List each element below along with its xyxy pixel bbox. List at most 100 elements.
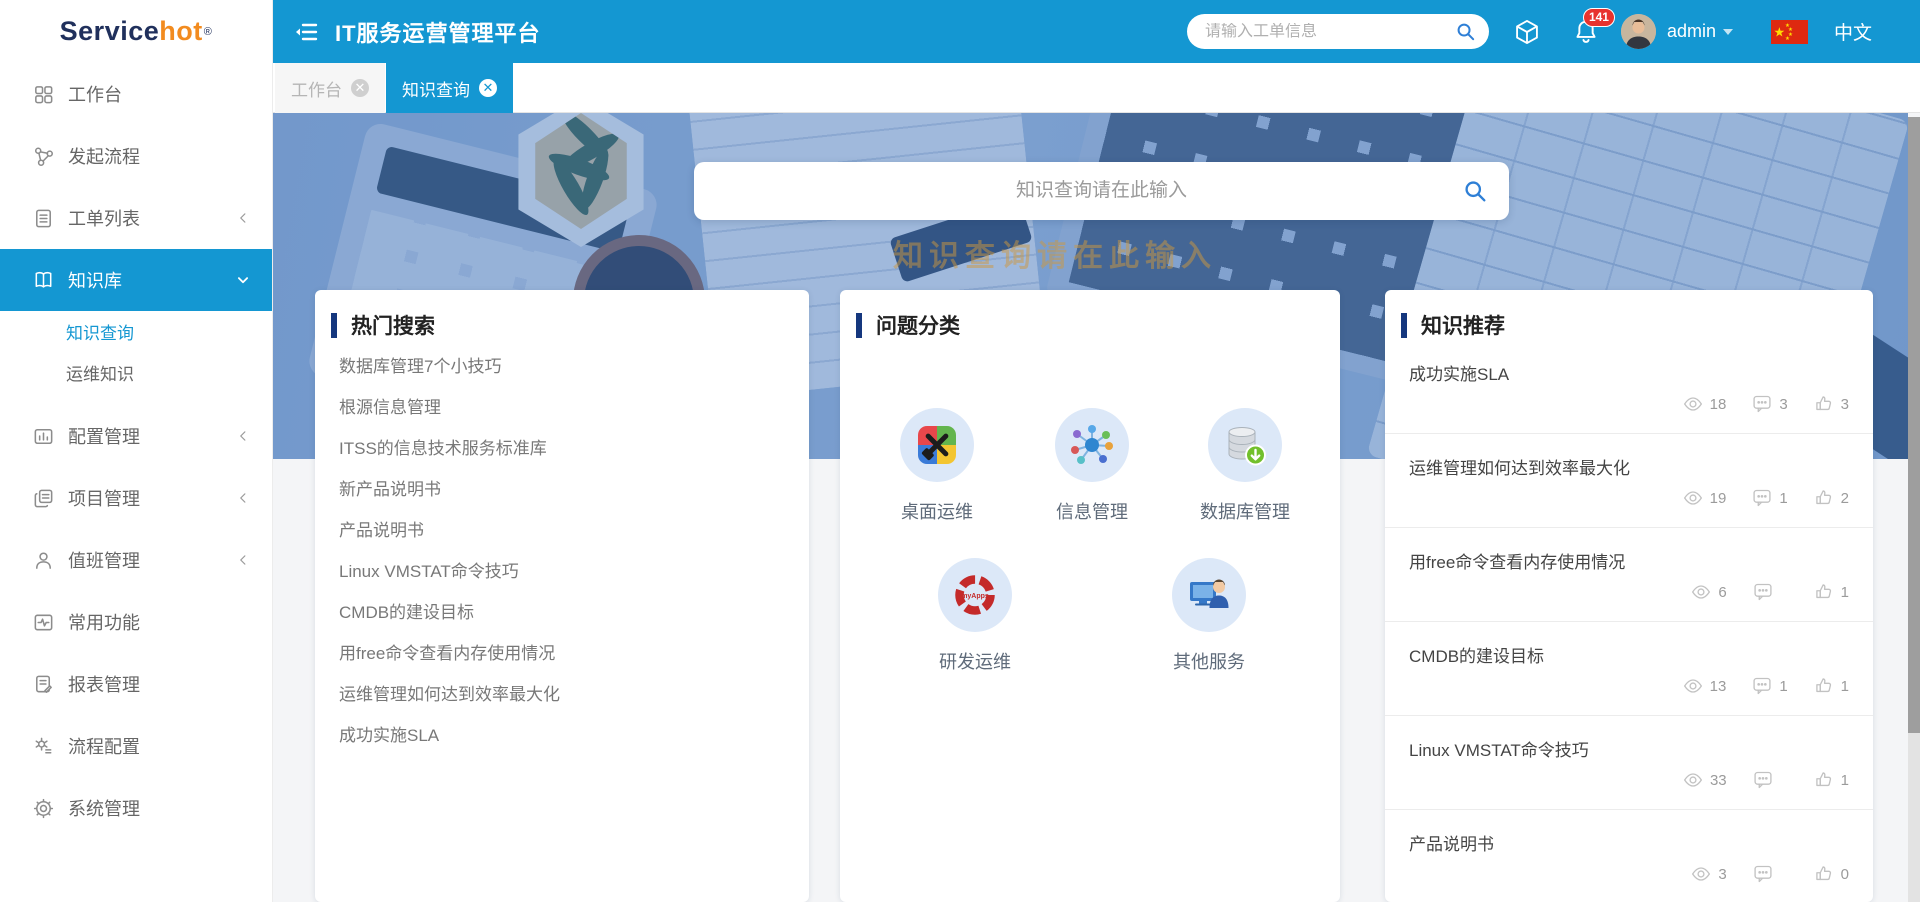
sidebar-collapse-icon[interactable]: [293, 19, 319, 45]
hot-search-item[interactable]: ITSS的信息技术服务标准库: [339, 428, 785, 469]
hot-search-item[interactable]: 根源信息管理: [339, 387, 785, 428]
chevron-down-icon: [234, 271, 252, 289]
like-count[interactable]: 1: [1814, 582, 1849, 602]
scrollbar-thumb[interactable]: [1908, 117, 1920, 733]
like-count[interactable]: 3: [1814, 394, 1849, 414]
category-桌面运维[interactable]: 桌面运维: [867, 408, 1007, 524]
like-count[interactable]: 2: [1814, 488, 1849, 508]
category-grid: 桌面运维信息管理数据库管理 myApps研发运维其他服务: [840, 340, 1340, 880]
recommend-item[interactable]: 成功实施SLA1833: [1385, 340, 1873, 434]
tab-知识查询[interactable]: 知识查询 ✕: [386, 63, 513, 113]
language-switcher[interactable]: 中文: [1834, 18, 1872, 45]
like-count[interactable]: 1: [1814, 770, 1849, 790]
list-icon: [32, 207, 55, 230]
sidebar-item-发起流程[interactable]: 发起流程: [0, 125, 272, 187]
sidebar-item-label: 发起流程: [68, 143, 140, 169]
hot-search-item[interactable]: 数据库管理7个小技巧: [339, 346, 785, 387]
vertical-scrollbar[interactable]: [1908, 117, 1920, 902]
comment-icon: [1752, 394, 1772, 414]
sidebar-item-知识库[interactable]: 知识库: [0, 249, 272, 311]
recommend-item-stats: 1912: [1657, 488, 1849, 508]
sidebar-item-报表管理[interactable]: 报表管理: [0, 653, 272, 715]
tab-close-icon[interactable]: ✕: [479, 79, 497, 97]
search-icon[interactable]: [1454, 20, 1477, 43]
comment-count[interactable]: [1753, 864, 1788, 884]
hot-search-item[interactable]: 用free命令查看内存使用情况: [339, 633, 785, 674]
ticket-search-input[interactable]: [1205, 23, 1455, 41]
tab-label: 知识查询: [402, 76, 470, 101]
logo: Servicehot®: [0, 0, 272, 63]
recommend-item[interactable]: 产品说明书30: [1385, 810, 1873, 902]
notification-badge: 141: [1583, 8, 1615, 27]
recommend-item-stats: 61: [1665, 582, 1849, 602]
sidebar-item-流程配置[interactable]: 流程配置: [0, 715, 272, 777]
notifications[interactable]: 141: [1571, 17, 1601, 47]
user-dropdown-caret-icon[interactable]: [1723, 29, 1733, 35]
category-数据库管理[interactable]: 数据库管理: [1175, 408, 1315, 524]
pulse-icon: [32, 611, 55, 634]
sidebar-item-项目管理[interactable]: 项目管理: [0, 467, 272, 529]
recommend-item-title: Linux VMSTAT命令技巧: [1409, 716, 1849, 761]
like-count[interactable]: 1: [1814, 676, 1849, 696]
category-信息管理[interactable]: 信息管理: [1022, 408, 1162, 524]
avatar[interactable]: [1621, 14, 1656, 49]
sidebar-item-配置管理[interactable]: 配置管理: [0, 405, 272, 467]
sidebar-item-label: 知识库: [68, 267, 122, 293]
sidebar-item-系统管理[interactable]: 系统管理: [0, 777, 272, 839]
info-mgmt-icon: [1055, 408, 1129, 482]
category-其他服务[interactable]: 其他服务: [1139, 558, 1279, 674]
sidebar-item-label: 流程配置: [68, 733, 140, 759]
comment-count[interactable]: 3: [1752, 394, 1787, 414]
recommend-item[interactable]: 运维管理如何达到效率最大化1912: [1385, 434, 1873, 528]
logo-registered-mark: ®: [204, 26, 213, 38]
comment-count[interactable]: [1753, 582, 1788, 602]
recommend-item-stats: 331: [1657, 770, 1849, 790]
category-研发运维[interactable]: myApps研发运维: [905, 558, 1045, 674]
hot-search-item[interactable]: 产品说明书: [339, 510, 785, 551]
recommend-item[interactable]: CMDB的建设目标1311: [1385, 622, 1873, 716]
knowledge-recommend-header: 知识推荐: [1385, 290, 1873, 340]
recommend-item-stats: 30: [1665, 864, 1849, 884]
tab-label: 工作台: [291, 76, 342, 101]
sidebar-item-工作台[interactable]: 工作台: [0, 63, 272, 125]
tab-close-icon[interactable]: ✕: [351, 79, 369, 97]
hot-search-item[interactable]: 新产品说明书: [339, 469, 785, 510]
sidebar-item-工单列表[interactable]: 工单列表: [0, 187, 272, 249]
tab-工作台[interactable]: 工作台 ✕: [275, 63, 385, 113]
knowledge-search-icon[interactable]: [1461, 177, 1489, 205]
thumb-up-icon: [1814, 676, 1834, 696]
china-flag-icon[interactable]: ★ ★ ★ ★ ★: [1771, 20, 1808, 44]
comment-count[interactable]: [1753, 770, 1788, 790]
hot-search-item[interactable]: Linux VMSTAT命令技巧: [339, 551, 785, 592]
like-count[interactable]: 0: [1814, 864, 1849, 884]
logo-text-primary: Service: [60, 16, 160, 47]
recommend-item[interactable]: 用free命令查看内存使用情况61: [1385, 528, 1873, 622]
chevron-left-icon: [234, 551, 252, 569]
view-count: 18: [1683, 394, 1727, 414]
eye-icon: [1691, 864, 1711, 884]
recommend-item[interactable]: Linux VMSTAT命令技巧 331: [1385, 716, 1873, 810]
sidebar-item-值班管理[interactable]: 值班管理: [0, 529, 272, 591]
report-icon: [32, 673, 55, 696]
book-icon: [32, 269, 55, 292]
page-title: IT服务运营管理平台: [335, 16, 541, 48]
hot-search-item[interactable]: CMDB的建设目标: [339, 592, 785, 633]
sidebar-subitem-知识查询[interactable]: 知识查询: [0, 313, 272, 354]
app-cube-icon[interactable]: [1513, 18, 1541, 46]
hot-search-item[interactable]: 成功实施SLA: [339, 715, 785, 756]
hot-search-item[interactable]: 运维管理如何达到效率最大化: [339, 674, 785, 715]
eye-icon: [1683, 394, 1703, 414]
category-label: 信息管理: [1022, 498, 1162, 524]
sidebar-item-label: 报表管理: [68, 671, 140, 697]
process-icon: [32, 735, 55, 758]
sidebar-subitem-运维知识[interactable]: 运维知识: [0, 354, 272, 395]
comment-icon: [1753, 864, 1773, 884]
username[interactable]: admin: [1667, 21, 1716, 42]
sidebar-item-常用功能[interactable]: 常用功能: [0, 591, 272, 653]
copy-icon: [32, 487, 55, 510]
comment-count[interactable]: 1: [1752, 488, 1787, 508]
knowledge-search-input[interactable]: [694, 162, 1509, 220]
gear-icon: [32, 797, 55, 820]
sidebar-item-label: 系统管理: [68, 795, 140, 821]
comment-count[interactable]: 1: [1752, 676, 1787, 696]
